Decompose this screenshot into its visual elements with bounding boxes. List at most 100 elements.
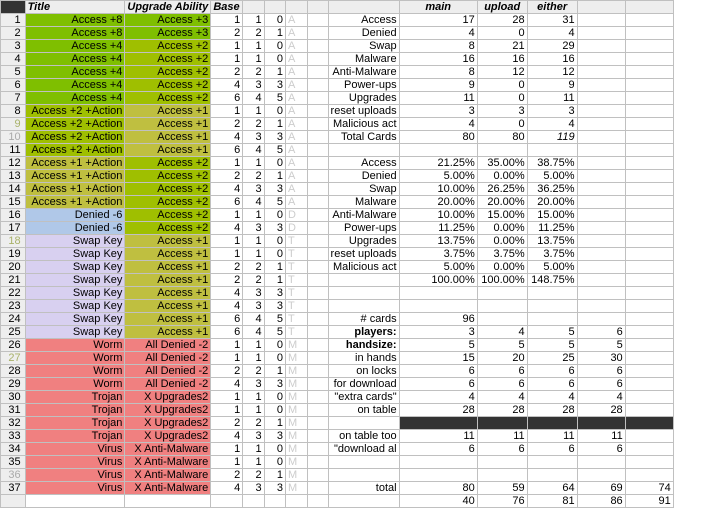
col-base[interactable]: Base [211,1,243,14]
cell[interactable]: 1 [264,469,285,482]
cell[interactable]: 3 [264,79,285,92]
cell-title[interactable]: Access +1 +Action [25,196,125,209]
cell-title[interactable]: Swap Key [25,261,125,274]
cell[interactable]: 3 [264,287,285,300]
cell[interactable] [307,365,328,378]
cell-value[interactable]: 81 [527,495,577,508]
cell-value[interactable] [625,27,673,40]
cell-value[interactable]: 28 [577,404,625,417]
cell[interactable]: 1 [211,456,243,469]
cell[interactable]: 4 [243,196,264,209]
cell[interactable]: 1 [243,53,264,66]
cell-value[interactable]: 80 [399,482,477,495]
cell-value[interactable]: 13.75% [527,235,577,248]
cell-value[interactable]: 3.75% [399,248,477,261]
cell-label[interactable]: on table [328,404,399,417]
cell[interactable] [625,300,673,313]
cell[interactable] [307,248,328,261]
cell-label[interactable]: Swap [328,40,399,53]
cell-value[interactable]: 16 [477,53,527,66]
cell-value[interactable]: 0 [477,92,527,105]
col-title[interactable]: Title [25,1,125,14]
cell-upgrade[interactable]: All Denied -2 [125,352,211,365]
cell-value[interactable] [625,365,673,378]
cell[interactable]: 4 [211,300,243,313]
cell-key[interactable]: A [285,14,307,27]
cell-value[interactable]: 100.00% [477,274,527,287]
row-header[interactable]: 14 [1,183,26,196]
cell-upgrade[interactable]: Access +2 [125,66,211,79]
cell-value[interactable] [577,53,625,66]
cell[interactable] [399,144,477,157]
cell-title[interactable]: Worm [25,365,125,378]
cell-value[interactable]: 6 [527,365,577,378]
cell-value[interactable]: 69 [577,482,625,495]
cell-value[interactable]: 0.00% [477,170,527,183]
row-header[interactable]: 11 [1,144,26,157]
cell-value[interactable] [625,196,673,209]
cell-value[interactable]: 119 [527,131,577,144]
cell[interactable] [307,14,328,27]
cell-value[interactable] [625,339,673,352]
cell-value[interactable]: 12 [527,66,577,79]
cell[interactable]: 4 [243,144,264,157]
cell-black[interactable] [625,417,673,430]
cell-title[interactable]: Access +8 [25,27,125,40]
cell-value[interactable]: 4 [577,391,625,404]
cell-value[interactable]: 96 [399,313,477,326]
cell-upgrade[interactable]: Access +2 [125,92,211,105]
cell-value[interactable]: 16 [527,53,577,66]
cell-title[interactable]: Swap Key [25,313,125,326]
row-header[interactable]: 1 [1,14,26,27]
cell-value[interactable] [477,313,527,326]
cell[interactable] [625,144,673,157]
cell-value[interactable]: 20.00% [477,196,527,209]
cell-value[interactable]: 11 [399,430,477,443]
cell-value[interactable]: 0 [477,27,527,40]
row[interactable]: 25Swap KeyAccess +1645Tplayers:3456 [1,326,721,339]
cell[interactable]: 1 [243,157,264,170]
row[interactable]: 27WormAll Denied -2110Min hands15202530 [1,352,721,365]
cell-title[interactable]: Trojan [25,417,125,430]
cell-label[interactable]: Malicious act [328,118,399,131]
cell-value[interactable]: 11.25% [399,222,477,235]
cell-value[interactable]: 148.75% [527,274,577,287]
cell-value[interactable]: 6 [577,365,625,378]
cell-upgrade[interactable]: Access +2 [125,40,211,53]
cell-key[interactable]: M [285,352,307,365]
cell-title[interactable]: Access +4 [25,66,125,79]
cell[interactable]: 2 [211,417,243,430]
cell[interactable]: 3 [264,183,285,196]
cell-value[interactable]: 11.25% [527,222,577,235]
cell-key[interactable]: T [285,313,307,326]
col-upload[interactable]: upload [477,1,527,14]
row-header[interactable]: 12 [1,157,26,170]
cell[interactable]: 5 [264,144,285,157]
cell[interactable] [25,495,125,508]
cell-value[interactable]: 31 [527,14,577,27]
row[interactable]: 14Access +1 +ActionAccess +2433ASwap10.0… [1,183,721,196]
cell-title[interactable]: Worm [25,378,125,391]
row-header[interactable]: 29 [1,378,26,391]
cell-upgrade[interactable]: Access +1 [125,105,211,118]
cell-value[interactable]: 40 [399,495,477,508]
cell[interactable]: 6 [211,144,243,157]
cell-upgrade[interactable]: All Denied -2 [125,339,211,352]
cell[interactable] [307,352,328,365]
cell-value[interactable] [577,313,625,326]
cell[interactable]: 0 [264,248,285,261]
cell-value[interactable] [625,66,673,79]
cell-value[interactable]: 0 [477,118,527,131]
cell[interactable] [307,170,328,183]
cell-value[interactable]: 6 [527,443,577,456]
cell-value[interactable]: 4 [477,391,527,404]
row[interactable]: 16Denied -6Access +2110DAnti-Malware10.0… [1,209,721,222]
cell-value[interactable]: 9 [527,79,577,92]
cell-value[interactable] [577,92,625,105]
cell-value[interactable] [577,235,625,248]
cell-title[interactable]: Access +1 +Action [25,170,125,183]
row[interactable]: 21Swap KeyAccess +1221T100.00%100.00%148… [1,274,721,287]
cell-upgrade[interactable]: All Denied -2 [125,378,211,391]
cell[interactable]: 3 [264,482,285,495]
cell[interactable]: 2 [211,66,243,79]
